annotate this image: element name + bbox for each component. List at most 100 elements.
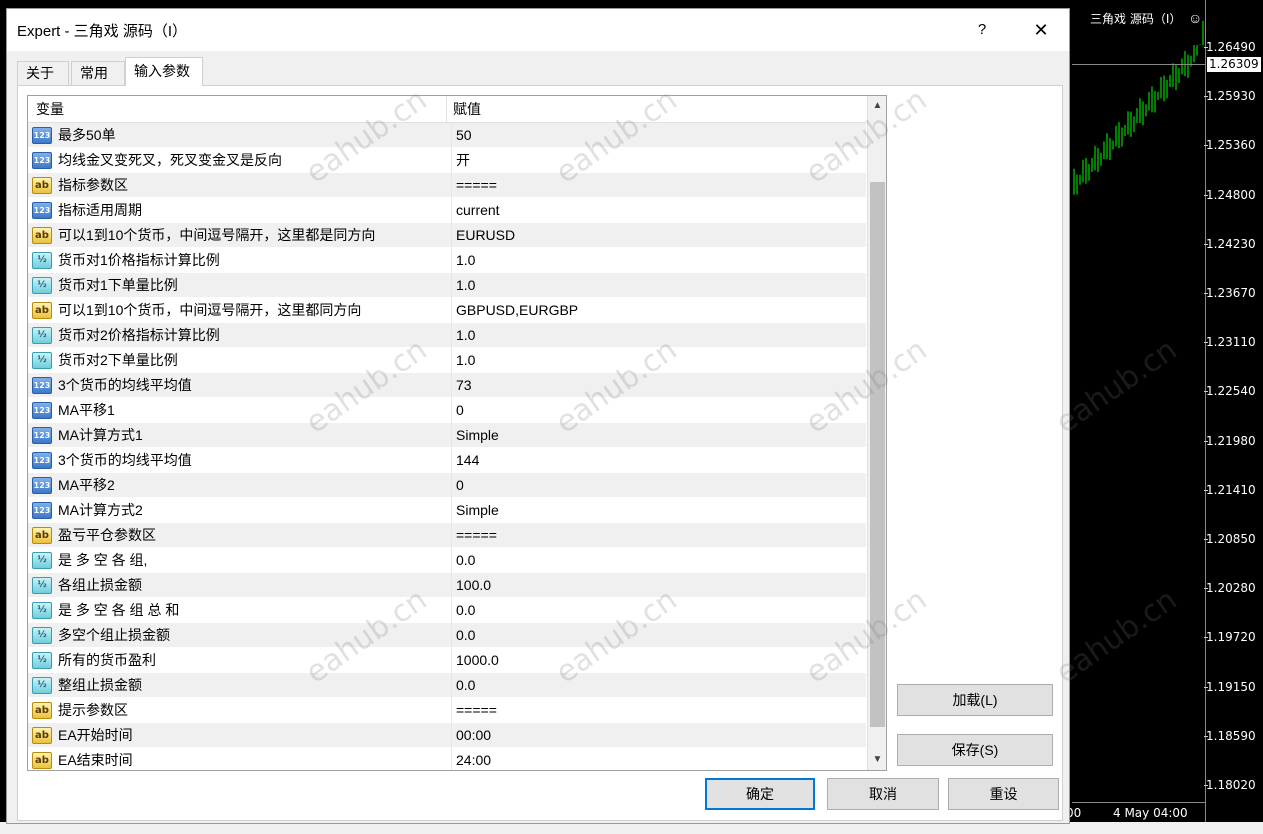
help-button[interactable]: ?: [967, 15, 997, 45]
price-axis: [1205, 0, 1263, 822]
parameter-value[interactable]: 1000.0: [451, 648, 863, 673]
price-tick-label: 1.21410: [1204, 482, 1256, 497]
table-row[interactable]: ab 指标参数区 =====: [28, 173, 866, 198]
parameter-value[interactable]: =====: [451, 173, 863, 198]
table-row[interactable]: 123 MA计算方式2 Simple: [28, 498, 866, 523]
integer-type-icon: 123: [32, 202, 52, 219]
table-row[interactable]: ab 提示参数区 =====: [28, 698, 866, 723]
parameter-value[interactable]: 0.0: [451, 598, 863, 623]
table-row[interactable]: ½ 各组止损金额 100.0: [28, 573, 866, 598]
table-row[interactable]: ½ 货币对2价格指标计算比例 1.0: [28, 323, 866, 348]
table-row[interactable]: 123 均线金叉变死叉，死叉变金叉是反向 开: [28, 148, 866, 173]
integer-type-icon: 123: [32, 477, 52, 494]
parameter-value[interactable]: 0: [451, 398, 863, 423]
scroll-down-arrow-icon[interactable]: ▼: [868, 750, 886, 770]
parameter-value[interactable]: 100.0: [451, 573, 863, 598]
scrollbar-thumb[interactable]: [870, 182, 885, 727]
column-header-variable[interactable]: 变量: [28, 96, 447, 123]
parameter-value[interactable]: 73: [451, 373, 863, 398]
table-row[interactable]: ½ 多空个组止损金额 0.0: [28, 623, 866, 648]
ok-button[interactable]: 确定: [705, 778, 815, 810]
parameter-value[interactable]: Simple: [451, 498, 863, 523]
tab-inputs[interactable]: 输入参数: [125, 57, 203, 86]
scroll-up-arrow-icon[interactable]: ▲: [868, 96, 886, 116]
table-row[interactable]: ab EA结束时间 24:00: [28, 748, 866, 770]
integer-type-icon: 123: [32, 502, 52, 519]
double-type-icon: ½: [32, 352, 52, 369]
parameter-name: 指标适用周期: [58, 202, 142, 218]
parameter-value[interactable]: 144: [451, 448, 863, 473]
table-row[interactable]: 123 MA平移2 0: [28, 473, 866, 498]
price-tick-label: 1.23670: [1204, 286, 1256, 300]
parameter-value[interactable]: 00:00: [451, 723, 863, 748]
parameter-value[interactable]: 开: [451, 148, 863, 173]
parameter-name: 均线金叉变死叉，死叉变金叉是反向: [58, 152, 282, 168]
parameter-value[interactable]: 0: [451, 473, 863, 498]
price-tick-label: 1.18590: [1204, 728, 1256, 743]
price-tick-label: 1.22540: [1204, 384, 1256, 399]
table-row[interactable]: 123 3个货币的均线平均值 73: [28, 373, 866, 398]
parameter-value[interactable]: 0.0: [451, 673, 863, 698]
parameter-value[interactable]: 1.0: [451, 348, 863, 373]
vertical-scrollbar[interactable]: ▲ ▼: [867, 96, 886, 770]
column-header-value[interactable]: 赋值: [447, 96, 866, 123]
parameter-value[interactable]: 1.0: [451, 248, 863, 273]
parameter-value[interactable]: Simple: [451, 423, 863, 448]
double-type-icon: ½: [32, 252, 52, 269]
price-tick-label: 1.18020: [1204, 778, 1256, 792]
table-row[interactable]: 123 MA计算方式1 Simple: [28, 423, 866, 448]
table-row[interactable]: ½ 货币对1下单量比例 1.0: [28, 273, 866, 298]
parameter-value[interactable]: EURUSD: [451, 223, 863, 248]
price-tick-label: 1.26490: [1204, 40, 1256, 54]
candlestick-series: [1073, 20, 1204, 195]
dialog-titlebar[interactable]: Expert - 三角戏 源码（I） ? ✕: [7, 9, 1069, 51]
parameter-name: 货币对1价格指标计算比例: [58, 252, 220, 268]
table-row[interactable]: 123 指标适用周期 current: [28, 198, 866, 223]
table-row[interactable]: ½ 整组止损金额 0.0: [28, 673, 866, 698]
parameter-value[interactable]: 1.0: [451, 273, 863, 298]
table-row[interactable]: ½ 所有的货币盈利 1000.0: [28, 648, 866, 673]
parameter-value[interactable]: 50: [451, 123, 863, 148]
table-row[interactable]: ½ 是 多 空 各 组 总 和 0.0: [28, 598, 866, 623]
tab-common[interactable]: 常用: [71, 61, 125, 85]
table-row[interactable]: ½ 货币对2下单量比例 1.0: [28, 348, 866, 373]
parameter-value[interactable]: =====: [451, 698, 863, 723]
reset-button[interactable]: 重设: [948, 778, 1059, 810]
current-price-label: 1.26309: [1207, 57, 1261, 72]
parameter-value[interactable]: 1.0: [451, 323, 863, 348]
table-row[interactable]: ½ 是 多 空 各 组, 0.0: [28, 548, 866, 573]
table-row[interactable]: ab 可以1到10个货币，中间逗号隔开，这里都同方向 GBPUSD,EURGBP: [28, 298, 866, 323]
close-button[interactable]: ✕: [1023, 15, 1059, 45]
double-type-icon: ½: [32, 627, 52, 644]
expert-dialog: Expert - 三角戏 源码（I） ? ✕ 关于 常用 输入参数 变量 赋值 …: [6, 8, 1183, 824]
price-tick-label: 1.24800: [1204, 187, 1256, 202]
table-row[interactable]: 123 MA平移1 0: [28, 398, 866, 423]
parameter-name: 整组止损金额: [58, 677, 142, 693]
price-tick-label: 1.20850: [1204, 532, 1256, 546]
double-type-icon: ½: [32, 577, 52, 594]
table-row[interactable]: ab EA开始时间 00:00: [28, 723, 866, 748]
tab-about[interactable]: 关于: [17, 61, 69, 85]
save-button[interactable]: 保存(S): [897, 734, 1053, 766]
load-button[interactable]: 加载(L): [897, 684, 1053, 716]
parameter-value[interactable]: current: [451, 198, 863, 223]
table-row[interactable]: ab 盈亏平仓参数区 =====: [28, 523, 866, 548]
parameter-value[interactable]: 24:00: [451, 748, 863, 770]
parameter-name: 所有的货币盈利: [58, 652, 156, 668]
parameter-name: 货币对2价格指标计算比例: [58, 327, 220, 343]
price-tick-label: 1.25930: [1204, 89, 1256, 104]
table-row[interactable]: ½ 货币对1价格指标计算比例 1.0: [28, 248, 866, 273]
parameter-value[interactable]: =====: [451, 523, 863, 548]
table-row[interactable]: 123 最多50单 50: [28, 123, 866, 148]
smiley-icon[interactable]: ☺: [1188, 10, 1202, 26]
table-row[interactable]: 123 3个货币的均线平均值 144: [28, 448, 866, 473]
table-row[interactable]: ab 可以1到10个货币，中间逗号隔开，这里都是同方向 EURUSD: [28, 223, 866, 248]
parameter-value[interactable]: GBPUSD,EURGBP: [451, 298, 863, 323]
parameter-value[interactable]: 0.0: [451, 548, 863, 573]
integer-type-icon: 123: [32, 452, 52, 469]
parameter-value[interactable]: 0.0: [451, 623, 863, 648]
cancel-button[interactable]: 取消: [827, 778, 939, 810]
string-type-icon: ab: [32, 227, 52, 244]
parameters-table: 变量 赋值 123 最多50单 50 123 均线金叉变死叉，死叉变金叉是反向 开 ab 指标…: [27, 95, 887, 771]
time-axis: [1072, 802, 1205, 803]
